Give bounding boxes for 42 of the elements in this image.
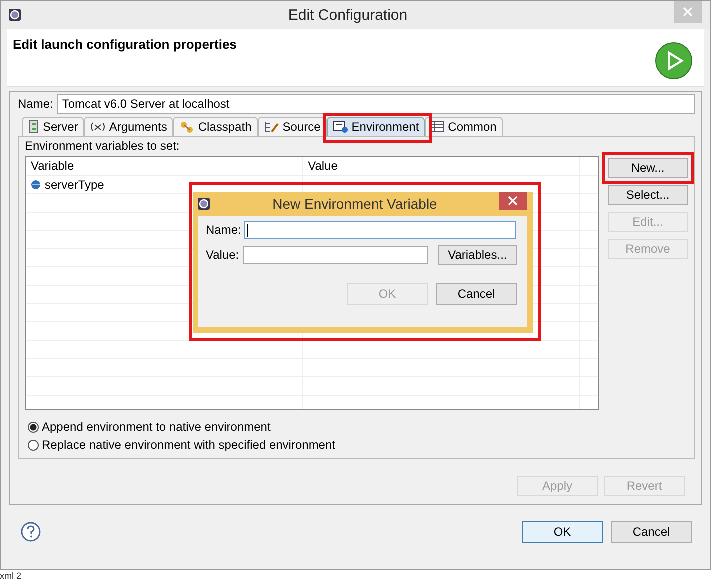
close-icon — [683, 7, 693, 17]
close-icon — [508, 196, 518, 206]
input-field[interactable] — [244, 221, 516, 239]
text-cursor — [247, 224, 248, 237]
radio-button[interactable] — [28, 422, 39, 432]
tab[interactable]: Environment — [326, 117, 426, 136]
background-text: xml 2 — [0, 571, 22, 581]
run-icon — [654, 41, 694, 81]
tab[interactable]: Common — [425, 117, 503, 136]
dialog-title: New Environment Variable — [272, 196, 438, 212]
button[interactable]: Cancel — [436, 283, 517, 305]
button[interactable]: Variables... — [438, 245, 517, 265]
environment-icon — [332, 120, 349, 134]
button[interactable]: Cancel — [611, 521, 692, 543]
radio-label: Replace native environment with specified environment — [42, 438, 336, 452]
input-field[interactable] — [243, 246, 428, 264]
tab[interactable]: Server — [22, 117, 84, 136]
name-label: Name: — [18, 97, 54, 111]
section-label: Environment variables to set: — [25, 139, 181, 153]
name-field[interactable]: Tomcat v6.0 Server at localhost — [57, 94, 695, 114]
radio-label: Append environment to native environment — [42, 420, 271, 434]
radio-button[interactable] — [28, 440, 39, 450]
server-icon — [28, 120, 40, 134]
button[interactable]: Select... — [608, 185, 688, 205]
list-icon — [431, 121, 446, 133]
bullet-icon — [31, 180, 41, 190]
column-header: Variable — [26, 157, 304, 175]
classpath-icon — [179, 120, 196, 134]
button[interactable]: New... — [608, 158, 688, 178]
tab[interactable]: Source — [258, 117, 327, 136]
field-label: Name: — [206, 223, 240, 237]
button[interactable]: OK — [522, 521, 603, 543]
field-label: Value: — [206, 248, 240, 262]
column-header: Value — [303, 157, 580, 175]
tab[interactable]: Arguments — [84, 117, 174, 136]
variable-icon — [90, 121, 106, 133]
source-icon — [264, 120, 280, 134]
header-title: Edit launch configuration properties — [13, 37, 237, 54]
tab[interactable]: Classpath — [173, 117, 258, 136]
close-button[interactable] — [499, 192, 527, 210]
help-icon — [21, 522, 41, 542]
window-title: Edit Configuration — [287, 6, 409, 24]
